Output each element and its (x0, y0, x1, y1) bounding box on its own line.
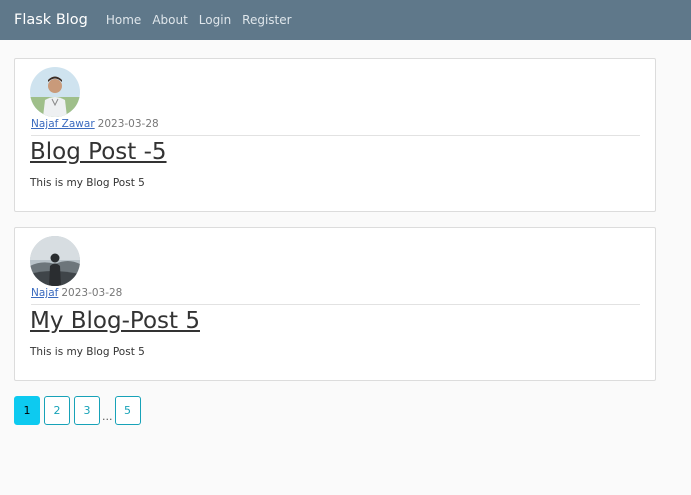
navbar: Flask Blog Home About Login Register (0, 0, 691, 40)
divider (31, 135, 640, 136)
author-avatar[interactable] (30, 67, 80, 117)
page-3-button[interactable]: 3 (74, 396, 100, 425)
post-meta: Najaf 2023-03-28 (31, 287, 122, 299)
nav-login-link[interactable]: Login (199, 13, 231, 27)
brand-link[interactable]: Flask Blog (14, 12, 88, 28)
post-date: 2023-03-28 (97, 118, 159, 130)
page-5-button[interactable]: 5 (114, 396, 141, 425)
post-card: Najaf Zawar 2023-03-28 Blog Post -5 This … (14, 58, 656, 212)
author-avatar[interactable] (30, 236, 80, 286)
post-title-link[interactable]: Blog Post -5 (30, 139, 167, 165)
author-link[interactable]: Najaf (31, 287, 58, 299)
nav-home-link[interactable]: Home (106, 13, 141, 27)
pagination: 1 2 3 ... 5 (14, 396, 145, 425)
post-title-link[interactable]: My Blog-Post 5 (30, 308, 200, 334)
divider (31, 304, 640, 305)
post-card: Najaf 2023-03-28 My Blog-Post 5 This is m… (14, 227, 656, 381)
nav-about-link[interactable]: About (152, 13, 187, 27)
nav-register-link[interactable]: Register (242, 13, 291, 27)
pagination-ellipsis: ... (102, 410, 113, 423)
post-meta: Najaf Zawar 2023-03-28 (31, 118, 159, 130)
page-1-button[interactable]: 1 (14, 396, 40, 425)
post-content: This is my Blog Post 5 (30, 346, 145, 358)
post-date: 2023-03-28 (61, 287, 123, 299)
page-2-button[interactable]: 2 (44, 396, 70, 425)
post-content: This is my Blog Post 5 (30, 177, 145, 189)
author-link[interactable]: Najaf Zawar (31, 118, 95, 130)
